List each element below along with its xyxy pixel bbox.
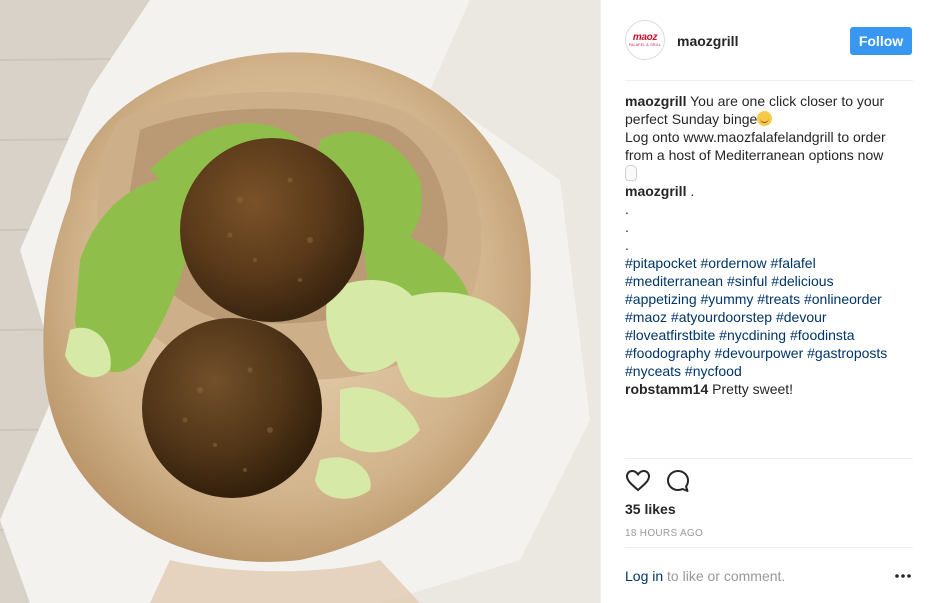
hashtag-comment: maozgrill . . . . #pitapocket #ordernow …	[625, 182, 915, 380]
dot-line: .	[625, 201, 629, 217]
post-timestamp[interactable]: 18 HOURS AGO	[625, 528, 703, 539]
likes-count[interactable]: 35 likes	[625, 501, 676, 517]
comment-username[interactable]: robstamm14	[625, 381, 708, 397]
dot-line: .	[625, 219, 629, 235]
comment-text: .	[690, 183, 695, 199]
comment-username[interactable]: maozgrill	[625, 183, 686, 199]
caption-text-line2: Log onto www.maozfalafelandgrill to orde…	[625, 129, 886, 163]
hashtag-line[interactable]: #nyceats #nycfood	[625, 363, 742, 379]
smile-emoji-icon	[757, 111, 773, 126]
actions-divider	[625, 458, 913, 459]
heart-icon[interactable]	[625, 468, 651, 494]
login-prompt-text: to like or comment.	[663, 568, 786, 584]
post-header: maoz FALAFEL & GRILL maozgrill Follow	[625, 20, 913, 62]
hand-emoji-icon	[625, 165, 637, 181]
hashtag-line[interactable]: #appetizing #yummy #treats #onlineorder	[625, 291, 882, 307]
caption: maozgrill You are one click closer to yo…	[625, 92, 915, 182]
follow-button[interactable]: Follow	[850, 27, 912, 55]
hashtag-line[interactable]: #foodography #devourpower #gastroposts	[625, 345, 887, 361]
post-details-panel: maoz FALAFEL & GRILL maozgrill Follow ma…	[600, 0, 936, 603]
hashtag-line[interactable]: #mediterranean #sinful #delicious	[625, 273, 834, 289]
login-prompt: Log in to like or comment.	[625, 568, 913, 584]
login-divider	[625, 547, 913, 548]
header-divider	[625, 80, 913, 81]
user-comment: robstamm14 Pretty sweet!	[625, 380, 915, 398]
hashtag-line[interactable]: #maoz #atyourdoorstep #devour	[625, 309, 827, 325]
hashtag-line[interactable]: #pitapocket #ordernow #falafel	[625, 255, 816, 271]
header-username[interactable]: maozgrill	[677, 33, 738, 49]
caption-username[interactable]: maozgrill	[625, 93, 686, 109]
hashtag-line[interactable]: #loveatfirstbite #nycdining #foodinsta	[625, 327, 855, 343]
avatar-logo-subtext: FALAFEL & GRILL	[628, 43, 662, 47]
falafel-pita-photo	[0, 0, 600, 603]
avatar-logo-text: maoz	[632, 32, 658, 43]
comment-bubble-icon[interactable]	[665, 468, 691, 494]
post-photo[interactable]	[0, 0, 600, 603]
avatar[interactable]: maoz FALAFEL & GRILL	[625, 20, 665, 60]
more-options-icon[interactable]	[895, 574, 911, 578]
comments-list: maozgrill You are one click closer to yo…	[625, 92, 915, 398]
dot-line: .	[625, 237, 629, 253]
login-link[interactable]: Log in	[625, 568, 663, 584]
comment-text: Pretty sweet!	[712, 381, 794, 397]
